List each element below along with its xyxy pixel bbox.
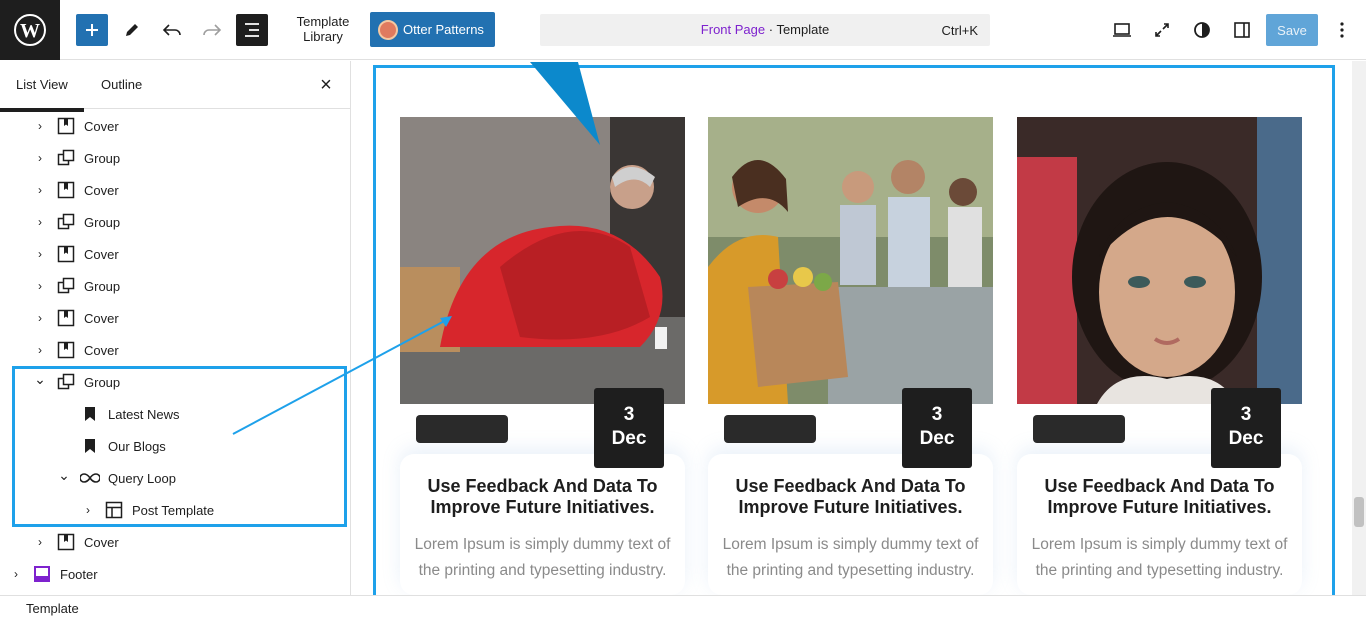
date-day: 3 [931,404,943,425]
chevron-right-icon[interactable]: › [32,247,48,261]
add-block-button[interactable] [76,14,108,46]
chevron-right-icon[interactable]: › [32,343,48,357]
scrollbar-thumb[interactable] [1354,497,1364,527]
category-tag[interactable] [416,415,508,443]
post-card[interactable]: Use Feedback And Data To Improve Future … [708,454,993,595]
cover-icon [56,532,76,552]
desktop-preview-icon[interactable] [1108,14,1136,46]
card-image-1[interactable] [400,117,685,404]
query-loop-highlight [12,366,347,527]
list-view-item-label: Cover [84,310,119,326]
card-image-2[interactable] [708,117,993,404]
cover-icon [56,180,76,200]
category-tag[interactable] [1033,415,1125,443]
post-title[interactable]: Use Feedback And Data To Improve Future … [1017,476,1302,518]
otter-patterns-button[interactable]: Otter Patterns [370,12,495,47]
group-icon [56,276,76,296]
command-palette-bar[interactable]: Front Page · Template Ctrl+K [540,14,990,46]
chevron-right-icon[interactable]: › [32,279,48,293]
chevron-right-icon[interactable]: › [32,151,48,165]
save-button[interactable]: Save [1266,14,1318,46]
list-view-item-label: Cover [84,246,119,262]
tab-list-view[interactable]: List View [0,77,84,112]
list-view-item[interactable]: › Cover [32,334,119,366]
undo-icon[interactable] [156,14,188,46]
sidebar-tabs: List View Outline × [0,61,350,112]
chevron-right-icon[interactable]: › [32,215,48,229]
list-view-item-label: Cover [84,118,119,134]
cover-icon [56,308,76,328]
card-image-3[interactable] [1017,117,1302,404]
list-view-item-label: Group [84,278,121,294]
post-title[interactable]: Use Feedback And Data To Improve Future … [708,476,993,518]
footer-icon [32,564,52,584]
breadcrumb[interactable]: Template [26,601,79,616]
chevron-right-icon[interactable]: › [32,535,48,549]
list-view-toggle-icon[interactable] [236,14,268,46]
settings-sidebar-icon[interactable] [1228,14,1256,46]
list-view-item-label: Cover [84,342,119,358]
list-view-item[interactable]: › Group [32,206,120,238]
post-card[interactable]: Use Feedback And Data To Improve Future … [1017,454,1302,595]
cover-icon [56,244,76,264]
date-badge: 3 Dec [902,388,972,468]
editor-canvas[interactable]: 3 Dec Use Feedback And Data To Improve Fut… [351,61,1366,599]
group-icon [56,148,76,168]
category-tag[interactable] [724,415,816,443]
cover-icon [56,340,76,360]
chevron-right-icon[interactable]: › [32,183,48,197]
editor-top-bar: W Template Library Otter Patterns Front … [0,0,1366,60]
template-library-button[interactable]: Template Library [290,14,356,44]
date-month: Dec [919,428,955,449]
post-excerpt: Lorem Ipsum is simply dummy text of the … [1031,536,1288,579]
date-badge: 3 Dec [1211,388,1281,468]
list-view-item[interactable]: › Cover [32,302,119,334]
list-view-item-label: Group [84,214,121,230]
otter-avatar-icon [378,19,398,40]
post-title[interactable]: Use Feedback And Data To Improve Future … [400,476,685,518]
redo-icon[interactable] [196,14,228,46]
list-view-item[interactable]: › Cover [32,526,119,558]
close-icon[interactable]: × [316,75,336,95]
chevron-right-icon[interactable]: › [8,567,24,581]
chevron-right-icon[interactable]: › [32,311,48,325]
list-view-item[interactable]: › Footer [8,558,98,590]
cover-icon [56,116,76,136]
date-month: Dec [1228,428,1264,449]
wordpress-logo-icon[interactable]: W [0,0,60,60]
list-view-item[interactable]: › Group [32,270,120,302]
list-view-item-label: Cover [84,182,119,198]
date-month: Dec [611,428,647,449]
status-bar: Template [0,595,1366,620]
tab-outline[interactable]: Outline [101,77,142,92]
document-type: · Template [765,22,830,37]
date-day: 3 [1240,404,1252,425]
chevron-right-icon[interactable]: › [32,119,48,133]
fullscreen-icon[interactable] [1148,14,1176,46]
list-view-item[interactable]: › Cover [32,110,119,142]
more-options-icon[interactable] [1330,14,1354,46]
post-card[interactable]: Use Feedback And Data To Improve Future … [400,454,685,595]
styles-contrast-icon[interactable] [1188,14,1216,46]
canvas-scrollbar[interactable] [1352,61,1366,595]
document-title: Front Page [700,22,766,37]
date-badge: 3 Dec [594,388,664,468]
list-view-item[interactable]: › Cover [32,174,119,206]
group-icon [56,212,76,232]
list-view-item-label: Group [84,150,121,166]
svg-text:W: W [20,20,40,42]
pencil-tools-icon[interactable] [116,14,148,46]
post-excerpt: Lorem Ipsum is simply dummy text of the … [414,536,671,579]
post-excerpt: Lorem Ipsum is simply dummy text of the … [722,536,979,579]
list-view-item-label: Cover [84,534,119,550]
list-view-item-label: Footer [60,566,98,582]
list-view-item[interactable]: › Group [32,142,120,174]
date-day: 3 [623,404,635,425]
list-view-item[interactable]: › Cover [32,238,119,270]
command-shortcut: Ctrl+K [941,23,978,38]
